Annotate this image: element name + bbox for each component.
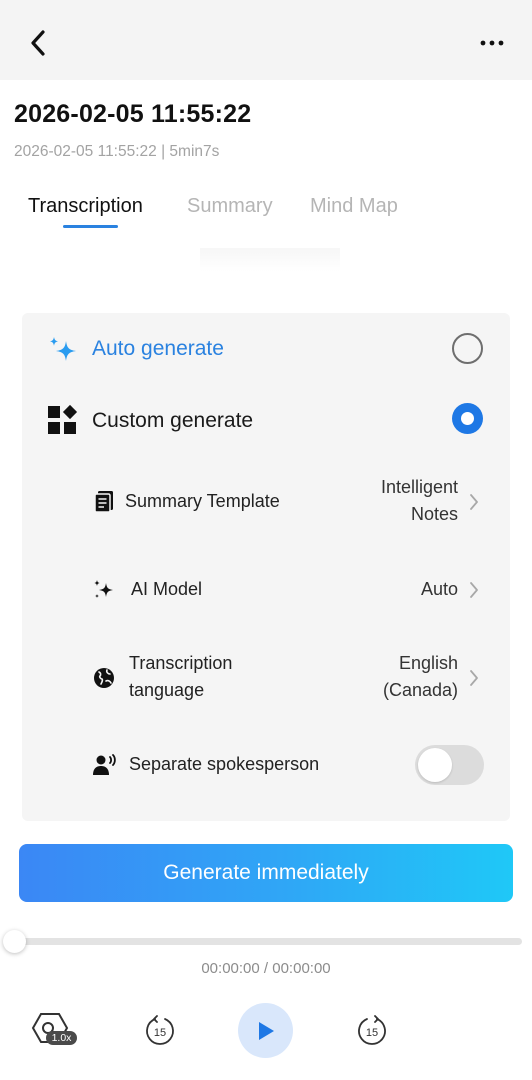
summary-template-label: Summary Template [125,491,280,511]
progress-bar[interactable] [14,938,522,945]
summary-template-value-line1: Intelligent [380,477,458,497]
transcription-language-value-line1: English [398,653,458,673]
recording-meta: 2026-02-05 11:55:22 | 5min7s [14,143,220,160]
generate-immediately-button[interactable]: Generate immediately [19,844,513,902]
recording-title: 2026-02-05 11:55:22 [14,100,252,128]
tab-bar: Transcription Summary Mind Map [0,190,532,234]
auto-generate-option[interactable]: Auto generate [22,329,510,379]
summary-template-value-line2: Notes [410,504,458,524]
summary-template-value: Intelligent Notes [381,474,458,528]
separate-spokesperson-label: Separate spokesperson [129,754,320,774]
rewind-15-button[interactable]: 15 [142,1012,178,1048]
toggle-knob [418,748,452,782]
speaker-person-icon [93,754,116,775]
time-separator: / [263,960,269,977]
custom-generate-label: Custom generate [92,409,254,432]
forward-seconds-label: 15 [366,1027,378,1039]
total-time: 00:00:00 [272,960,331,977]
playback-time: 00:00:00 / 00:00:00 [0,960,532,977]
speed-badge: 1.0x [46,1031,77,1045]
separate-spokesperson-toggle[interactable] [415,745,484,785]
generate-options-panel: Auto generate Custom generate Summary Te… [22,313,510,821]
current-time: 00:00:00 [201,960,260,977]
transcription-language-value: English (Canada) [383,650,458,704]
sparkle-icon [94,580,113,598]
play-button[interactable] [238,1003,293,1058]
ai-model-value: Auto [420,579,458,599]
custom-generate-option[interactable]: Custom generate [22,401,510,451]
globe-icon [94,668,114,688]
rewind-icon: 15 [146,1015,174,1045]
tab-transcription[interactable]: Transcription [28,195,143,218]
transcription-language-label: Transcription tanguage [129,650,232,704]
progress-scrubber[interactable] [3,930,26,953]
document-icon [94,491,113,513]
chevron-left-icon [31,30,45,56]
active-tab-indicator [63,225,118,228]
transcription-language-row[interactable]: Transcription tanguage English (Canada) [22,649,510,709]
tab-mind-map[interactable]: Mind Map [310,195,398,218]
forward-15-button[interactable]: 15 [354,1012,390,1048]
ai-model-label: AI Model [131,579,203,599]
play-icon [258,1021,274,1040]
back-button[interactable] [22,26,54,60]
ai-model-row[interactable]: AI Model Auto [22,571,510,611]
auto-generate-radio[interactable] [452,333,483,364]
transcription-language-label-line1: Transcription [129,653,233,673]
top-bar [0,0,532,80]
custom-generate-radio[interactable] [452,403,483,434]
tab-summary[interactable]: Summary [187,195,273,218]
transcription-language-value-line2: (Canada) [382,680,458,700]
transcription-language-label-line2: tanguage [129,680,205,700]
more-options-button[interactable] [474,30,510,56]
summary-template-row[interactable]: Summary Template Intelligent Notes [22,473,510,533]
ellipsis-icon [480,40,504,46]
sparkle-icon [50,337,76,361]
chevron-right-icon [470,494,478,510]
rewind-seconds-label: 15 [154,1027,166,1039]
fade-divider [200,248,340,272]
auto-generate-label: Auto generate [92,337,224,360]
chevron-right-icon [470,670,478,686]
fast-forward-icon: 15 [358,1015,386,1045]
widgets-icon [48,404,78,434]
chevron-right-icon [470,582,478,598]
